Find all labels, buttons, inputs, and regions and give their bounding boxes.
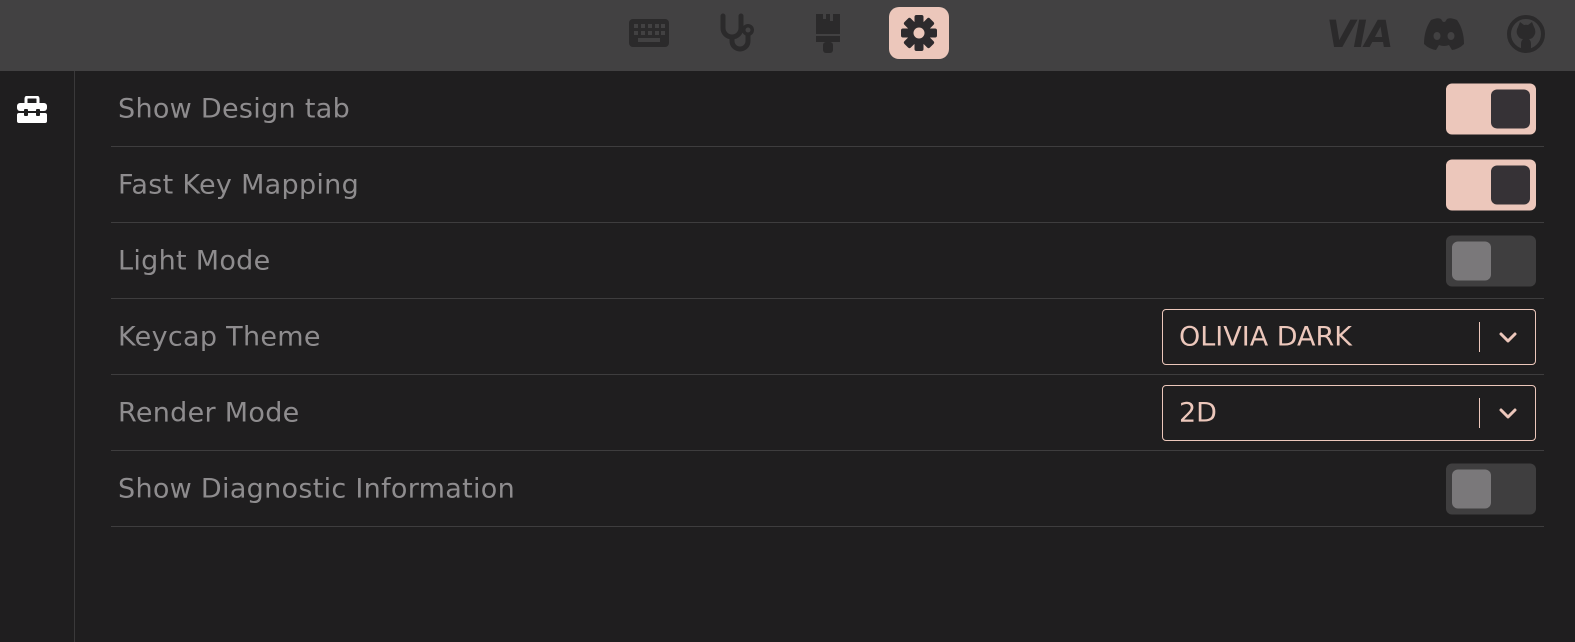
via-link[interactable]: VIA [1326,10,1393,58]
toggle-knob [1452,469,1491,508]
chevron-down-icon[interactable] [1497,402,1519,424]
setting-label: Light Mode [118,245,271,276]
github-icon [1507,15,1545,53]
nav-configure-keyboard[interactable] [619,7,679,59]
toggle-knob [1452,241,1491,280]
setting-label: Show Diagnostic Information [118,473,516,504]
setting-row-fast-key-mapping: Fast Key Mapping [111,147,1544,223]
gear-icon [901,15,937,51]
github-link[interactable] [1506,10,1546,58]
setting-label: Render Mode [118,397,300,428]
setting-row-show-diagnostic-information: Show Diagnostic Information [111,451,1544,527]
setting-label: Show Design tab [118,93,351,124]
setting-label: Keycap Theme [118,321,321,352]
light-mode-toggle[interactable] [1446,235,1536,286]
setting-label: Fast Key Mapping [118,169,360,200]
discord-icon [1424,18,1464,50]
discord-link[interactable] [1421,10,1467,58]
nav-design[interactable] [798,7,858,59]
show-design-tab-toggle[interactable] [1446,83,1536,134]
show-diagnostic-information-toggle[interactable] [1446,463,1536,514]
paintbrush-icon [816,14,840,53]
sidebar-item-general[interactable] [12,93,52,127]
toggle-knob [1491,89,1530,128]
select-value: 2D [1179,397,1217,428]
stethoscope-icon [720,13,754,52]
toolbox-icon [17,96,47,123]
select-separator [1479,397,1480,428]
sidebar [0,71,75,642]
chevron-down-icon[interactable] [1497,326,1519,348]
setting-row-show-design-tab: Show Design tab [111,71,1544,147]
select-value: OLIVIA DARK [1179,321,1352,352]
via-logo: VIA [1326,12,1393,56]
render-mode-select[interactable]: 2D [1162,384,1536,441]
setting-row-light-mode: Light Mode [111,223,1544,299]
keycap-theme-select[interactable]: OLIVIA DARK [1162,308,1536,365]
nav-settings[interactable] [889,7,949,59]
setting-row-keycap-theme: Keycap Theme OLIVIA DARK [111,299,1544,375]
toggle-knob [1491,165,1530,204]
fast-key-mapping-toggle[interactable] [1446,159,1536,210]
setting-row-render-mode: Render Mode 2D [111,375,1544,451]
top-nav-bar: VIA [0,0,1575,71]
keyboard-icon [629,19,669,47]
select-separator [1479,321,1480,352]
nav-key-tester[interactable] [708,7,768,59]
